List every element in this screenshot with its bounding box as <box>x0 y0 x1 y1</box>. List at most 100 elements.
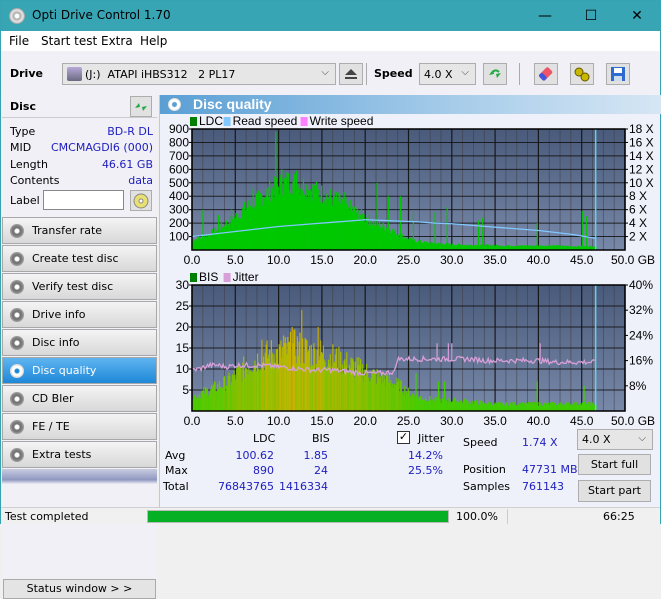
disc-header-label: Disc <box>10 100 36 113</box>
nav-create-test-disc[interactable]: Create test disc <box>2 245 157 272</box>
bis-avg: 1.85 <box>303 449 329 462</box>
start-full-button[interactable]: Start full <box>578 454 651 475</box>
disc-mid-key: MID <box>10 141 32 154</box>
floppy-save-icon <box>611 67 625 81</box>
y-tick-label-left: 800 <box>169 135 189 149</box>
app-window: Opti Drive Control 1.70 — ☐ ✕ File Start… <box>0 0 661 599</box>
status-window-button[interactable]: Status window > > <box>3 579 156 599</box>
menu-start-test[interactable]: Start test <box>41 34 97 48</box>
minimize-button[interactable]: — <box>522 1 568 31</box>
y-tick-label-left: 900 <box>169 122 189 136</box>
jitter-max: 25.5% <box>408 464 443 477</box>
eject-button[interactable] <box>339 63 363 85</box>
settings-button[interactable] <box>570 63 594 85</box>
y-tick-label-right: 10 X <box>629 176 654 190</box>
x-tick-label: 10.0 <box>267 253 291 267</box>
drive-icon <box>67 67 82 81</box>
menu-file[interactable]: File <box>9 34 29 48</box>
test-speed-select[interactable]: 4.0 X ⌵ <box>577 429 653 450</box>
y-tick-label-right: 12 X <box>629 162 654 176</box>
erase-button[interactable] <box>534 63 558 85</box>
legend-label: LDC <box>199 115 223 128</box>
bis-spike <box>282 335 285 411</box>
disc-icon <box>10 336 24 350</box>
disc-type-value: BD-R DL <box>107 125 153 138</box>
refresh-button[interactable] <box>483 63 507 85</box>
disc-icon <box>10 280 24 294</box>
nav-label: Extra tests <box>32 448 92 461</box>
disc-contents-key: Contents <box>10 174 60 187</box>
y-tick-label-left: 500 <box>169 176 189 190</box>
menu-extra[interactable]: Extra <box>101 34 133 48</box>
nav-transfer-rate[interactable]: Transfer rate <box>2 217 157 244</box>
legend-label: Write speed <box>310 115 374 128</box>
label-disc-button[interactable] <box>130 190 152 211</box>
nav-cd-bler[interactable]: CD Bler <box>2 385 157 412</box>
drive-select[interactable]: (J:) ATAPI iHBS312 2 PL17 ⌵ <box>62 63 336 85</box>
legend-label: Read speed <box>233 115 298 128</box>
bis-spike <box>444 381 446 411</box>
nav-fe-te[interactable]: FE / TE <box>2 413 157 440</box>
x-tick-label: 50.0 GB <box>611 414 655 427</box>
disc-length-value: 46.61 GB <box>101 158 153 171</box>
x-tick-label: 15.0 <box>310 414 334 427</box>
x-tick-label: 25.0 <box>397 414 421 427</box>
bis-jitter-chart: 0.0 5.0 10.0 15.0 20.0 25.0 30.0 35.0 40.0 45.0 50… <box>176 270 655 427</box>
x-tick-label: 40.0 <box>527 414 551 427</box>
start-part-button[interactable]: Start part <box>578 480 651 502</box>
maximize-button[interactable]: ☐ <box>568 1 614 31</box>
label-key: Label <box>10 194 40 207</box>
app-disc-icon <box>9 8 25 24</box>
disc-icon <box>10 252 24 266</box>
x-tick-label: 45.0 <box>570 253 594 267</box>
nav-label: Create test disc <box>32 252 119 265</box>
test-speed-value: 4.0 X <box>582 433 611 446</box>
gears-icon <box>574 67 590 82</box>
disc-length-key: Length <box>10 158 48 171</box>
eraser-icon <box>539 67 553 81</box>
nav-disc-info[interactable]: Disc info <box>2 329 157 356</box>
x-tick-label: 5.0 <box>227 414 244 427</box>
speed-select[interactable]: 4.0 X ⌵ <box>419 63 476 85</box>
save-button[interactable] <box>606 63 630 85</box>
panel-header: Disc quality <box>160 95 661 114</box>
jitter-checkbox[interactable]: ✓ <box>397 431 410 444</box>
nav-drive-info[interactable]: Drive info <box>2 301 157 328</box>
disc-refresh-button[interactable] <box>130 96 152 117</box>
panel-title: Disc quality <box>193 96 272 112</box>
menu-bar: File Start test Extra Help <box>1 31 660 51</box>
disc-icon <box>133 193 149 208</box>
position-label: Position <box>463 463 506 476</box>
speed-value: 4.0 X <box>424 68 453 81</box>
ldc-spike <box>586 216 588 250</box>
x-tick-label: 0.0 <box>184 414 201 427</box>
legend-swatch <box>190 273 197 282</box>
nav-extra-tests[interactable]: Extra tests <box>2 441 157 468</box>
disc-mid-value: CMCMAGDI6 (000) <box>51 141 153 154</box>
y-tick-label-right: 24% <box>629 328 653 342</box>
y-tick-label-right: 18 X <box>629 122 654 136</box>
label-input[interactable] <box>43 190 124 210</box>
nav-verify-test-disc[interactable]: Verify test disc <box>2 273 157 300</box>
status-text: Test completed <box>5 510 89 523</box>
bis-spike <box>583 385 585 411</box>
y-tick-label-left: 400 <box>169 189 189 203</box>
total-label: Total <box>163 480 189 493</box>
nav-disc-quality[interactable]: Disc quality <box>2 357 157 384</box>
window-title: Opti Drive Control 1.70 <box>32 8 171 22</box>
x-tick-label: 30.0 <box>440 253 464 267</box>
close-button[interactable]: ✕ <box>614 1 660 31</box>
ldc-spike <box>281 169 283 250</box>
samples-label: Samples <box>463 480 510 493</box>
samples-value: 761143 <box>522 480 564 493</box>
menu-help[interactable]: Help <box>140 34 167 48</box>
y-tick-label-right: 6 X <box>629 203 647 217</box>
ldc-spike <box>536 223 538 250</box>
disc-icon <box>10 308 24 322</box>
x-tick-label: 45.0 <box>570 414 594 427</box>
x-tick-label: 15.0 <box>310 253 334 267</box>
disc-type-key: Type <box>10 125 36 138</box>
y-tick-label-right: 40% <box>629 278 653 292</box>
y-tick-label-left: 30 <box>176 278 190 292</box>
position-value: 47731 MB <box>522 463 578 476</box>
